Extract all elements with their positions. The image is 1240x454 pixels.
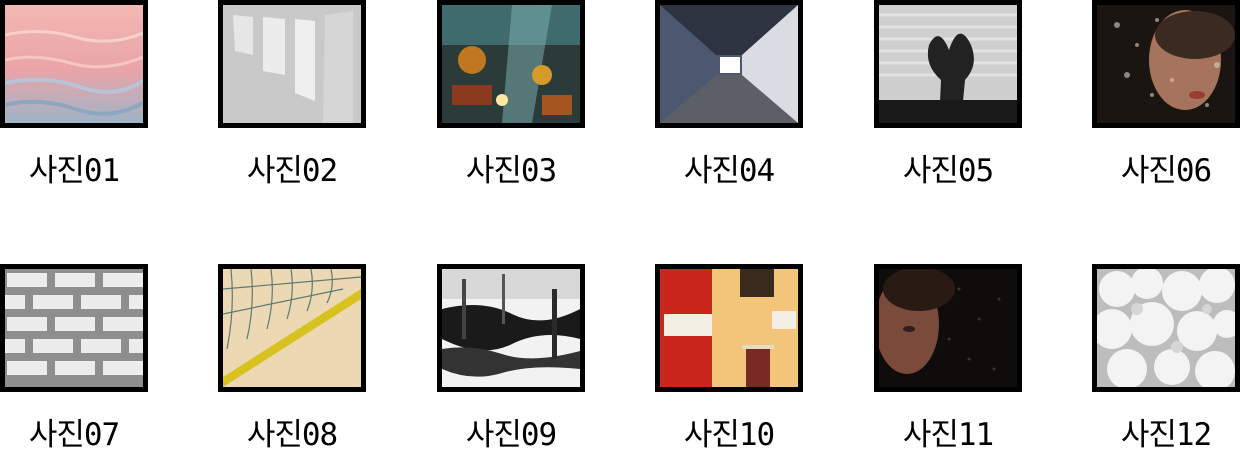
photo-gallery: 사진01 사진02 사진03 사진04 사진05 사진06 사진07 사진08 … — [0, 0, 1240, 453]
photo-label-11: 사진11 — [902, 417, 994, 453]
photo-thumbnail-03[interactable] — [437, 0, 585, 128]
photo-thumbnail-10[interactable] — [655, 264, 803, 392]
photo-label-09: 사진09 — [465, 417, 557, 453]
photo-thumbnail-11[interactable] — [874, 264, 1022, 392]
photo-label-12: 사진12 — [1120, 417, 1212, 453]
photo-thumbnail-12[interactable] — [1092, 264, 1240, 392]
photo-thumbnail-06[interactable] — [1092, 0, 1240, 128]
photo-label-06: 사진06 — [1120, 153, 1212, 189]
photo-thumbnail-08[interactable] — [218, 264, 366, 392]
photo-label-07: 사진07 — [28, 417, 120, 453]
photo-label-08: 사진08 — [246, 417, 338, 453]
photo-thumbnail-09[interactable] — [437, 264, 585, 392]
photo-label-03: 사진03 — [465, 153, 557, 189]
photo-label-10: 사진10 — [683, 417, 775, 453]
photo-thumbnail-02[interactable] — [218, 0, 366, 128]
photo-thumbnail-04[interactable] — [655, 0, 803, 128]
photo-thumbnail-01[interactable] — [0, 0, 148, 128]
photo-thumbnail-07[interactable] — [0, 264, 148, 392]
photo-thumbnail-05[interactable] — [874, 0, 1022, 128]
photo-label-01: 사진01 — [28, 153, 120, 189]
photo-label-02: 사진02 — [246, 153, 338, 189]
photo-label-05: 사진05 — [902, 153, 994, 189]
photo-label-04: 사진04 — [683, 153, 775, 189]
